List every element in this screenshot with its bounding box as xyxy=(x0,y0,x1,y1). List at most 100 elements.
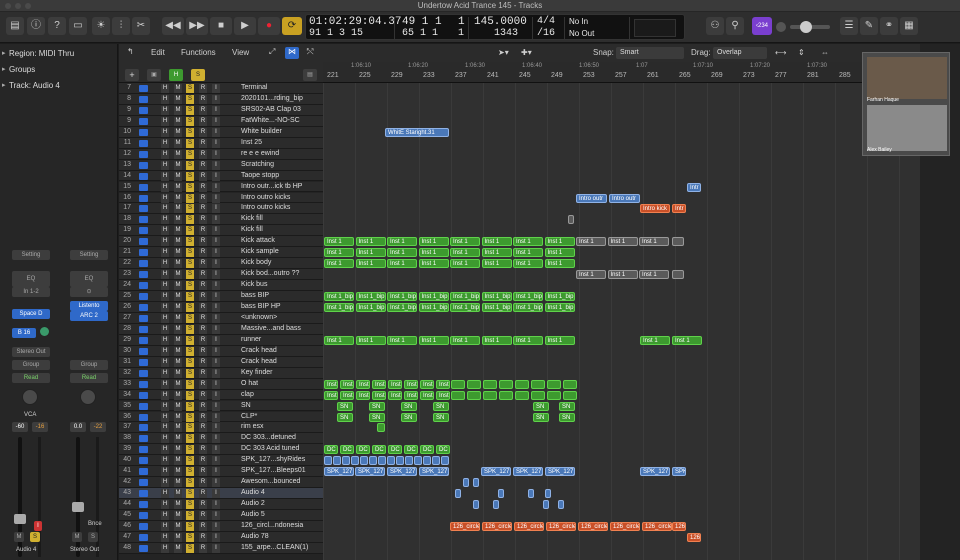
track-s-button[interactable]: S xyxy=(186,434,194,444)
track-m-button[interactable]: M xyxy=(174,401,182,411)
track-r-button[interactable]: R xyxy=(199,105,207,115)
track-row[interactable]: 31 H M S R I Crack head xyxy=(119,356,323,368)
lcd-display[interactable]: 01:02:29:04.37 91 1 3 15 49 1 1 65 1 1 1… xyxy=(305,14,685,40)
region[interactable]: Inst 1 xyxy=(355,237,386,247)
region[interactable]: Inst 1 xyxy=(436,379,450,389)
track-name[interactable]: Key finder xyxy=(241,368,311,378)
track-h-button[interactable]: H xyxy=(161,237,169,247)
region[interactable]: DC xyxy=(388,445,402,455)
region[interactable] xyxy=(545,489,551,499)
track-name[interactable]: Terminal xyxy=(241,83,311,93)
region[interactable]: Inst 1 xyxy=(324,390,338,400)
video-call-overlay[interactable]: Farhan Haque Alex Bailey xyxy=(862,52,950,156)
region[interactable] xyxy=(563,390,577,400)
region[interactable] xyxy=(473,478,479,488)
track-h-button[interactable]: H xyxy=(161,270,169,280)
track-m-button[interactable]: M xyxy=(174,423,182,433)
track-m-button[interactable]: M xyxy=(174,182,182,192)
track-h-button[interactable]: H xyxy=(161,324,169,334)
track-s-button[interactable]: S xyxy=(186,412,194,422)
input-selector-1[interactable]: In 1-2 xyxy=(12,287,50,297)
track-row[interactable]: 36 H M S R I CLP* xyxy=(119,411,323,423)
track-h-button[interactable]: H xyxy=(161,357,169,367)
track-row[interactable]: 12 H M S R Ire e e ewind xyxy=(119,148,323,160)
track-r-button[interactable]: R xyxy=(199,511,207,521)
track-s-button[interactable]: S xyxy=(186,467,194,477)
region[interactable]: Intro outr xyxy=(609,193,640,203)
track-name[interactable]: Kick fill xyxy=(241,225,311,235)
region[interactable]: Inst 1 xyxy=(404,379,418,389)
track-m-button[interactable]: M xyxy=(174,357,182,367)
track-m-button[interactable]: M xyxy=(174,149,182,159)
region[interactable] xyxy=(499,379,513,389)
track-r-button[interactable]: R xyxy=(199,248,207,258)
region[interactable]: SN xyxy=(559,412,575,422)
track-m-button[interactable]: M xyxy=(174,193,182,203)
setting-button-2[interactable]: Setting xyxy=(70,250,108,260)
track-name[interactable]: Intro outro kicks xyxy=(241,203,311,213)
track-h-button[interactable]: H xyxy=(161,423,169,433)
region[interactable]: Inst 1 xyxy=(420,379,434,389)
region[interactable]: Inst 1_bip xyxy=(481,303,512,312)
track-h-button[interactable]: H xyxy=(161,116,169,126)
track-s-button[interactable]: S xyxy=(186,489,194,499)
track-i-button[interactable]: I xyxy=(212,401,220,411)
track-i-button[interactable]: I xyxy=(212,248,220,258)
region[interactable]: Inst 1 xyxy=(513,248,543,258)
track-r-button[interactable]: R xyxy=(199,292,207,302)
track-i-button[interactable]: I xyxy=(212,357,220,367)
region[interactable]: Inst 1 xyxy=(513,237,543,247)
eq-display-1[interactable]: EQ xyxy=(12,271,50,287)
count-in-badge[interactable]: ‹234 xyxy=(752,17,772,35)
region[interactable]: Inst 1 xyxy=(436,390,450,400)
region[interactable]: Inst 1 xyxy=(372,390,386,400)
track-r-button[interactable]: R xyxy=(199,149,207,159)
region[interactable]: Inst 1 xyxy=(418,259,449,269)
track-row[interactable]: 8 H M S R I 2020101...rding_bip xyxy=(119,93,323,105)
track-row[interactable]: 40 H M S R I SPK_127...shyRides xyxy=(119,455,323,467)
group-selector-2[interactable]: Group xyxy=(70,360,108,370)
track-i-button[interactable]: I xyxy=(212,292,220,302)
region[interactable] xyxy=(342,456,350,466)
record-button[interactable]: ● xyxy=(258,17,280,35)
region[interactable]: SN xyxy=(401,412,417,422)
track-name[interactable]: Kick fill xyxy=(241,214,311,224)
region[interactable]: Inst 1 xyxy=(481,335,512,345)
toolbar-icon[interactable]: ▭ xyxy=(69,17,87,35)
region[interactable] xyxy=(451,390,465,400)
track-s-button[interactable]: S xyxy=(186,105,194,115)
region[interactable]: Inst 1_bip xyxy=(324,292,354,302)
track-r-button[interactable]: R xyxy=(199,193,207,203)
track-row[interactable]: 18 H M S R I Kick fill xyxy=(119,214,323,226)
region[interactable] xyxy=(378,456,386,466)
region[interactable] xyxy=(547,379,561,389)
track-row[interactable]: 22 H M S R I Kick body xyxy=(119,258,323,270)
track-name[interactable]: SRS02-AB Clap 03 xyxy=(241,105,311,115)
track-h-button[interactable]: H xyxy=(161,445,169,455)
track-row[interactable]: 37 H M S R Irim esx xyxy=(119,422,323,434)
track-m-button[interactable]: M xyxy=(174,500,182,510)
region[interactable]: Inst 1 xyxy=(576,270,606,280)
region[interactable]: Inst 1 xyxy=(544,237,575,247)
track-r-button[interactable]: R xyxy=(199,390,207,400)
track-row[interactable]: 17 H M S R I Intro outro kicks xyxy=(119,203,323,215)
horizontal-zoom-icon[interactable]: ⇔ xyxy=(821,48,829,57)
track-row[interactable]: 23 H M S R I Kick bod...outro ?? xyxy=(119,269,323,281)
track-row[interactable]: 30 H M S R I Crack head xyxy=(119,345,323,357)
region[interactable]: Inst 1 xyxy=(388,379,402,389)
mute-button-1[interactable]: M xyxy=(14,532,24,542)
track-m-button[interactable]: M xyxy=(174,248,182,258)
track-m-button[interactable]: M xyxy=(174,434,182,444)
track-r-button[interactable]: R xyxy=(199,412,207,422)
track-r-button[interactable]: R xyxy=(199,303,207,312)
region[interactable] xyxy=(360,456,368,466)
track-s-button[interactable]: S xyxy=(186,160,194,170)
region[interactable] xyxy=(528,489,534,499)
track-h-button[interactable]: H xyxy=(161,138,169,148)
region[interactable]: SPK_127_ xyxy=(481,467,511,477)
track-name[interactable]: Kick body xyxy=(241,258,311,268)
hide-tracks-button[interactable]: H xyxy=(169,69,183,81)
region[interactable]: DC xyxy=(324,445,338,455)
region[interactable] xyxy=(483,379,497,389)
track-name[interactable]: <unknown> xyxy=(241,313,311,323)
